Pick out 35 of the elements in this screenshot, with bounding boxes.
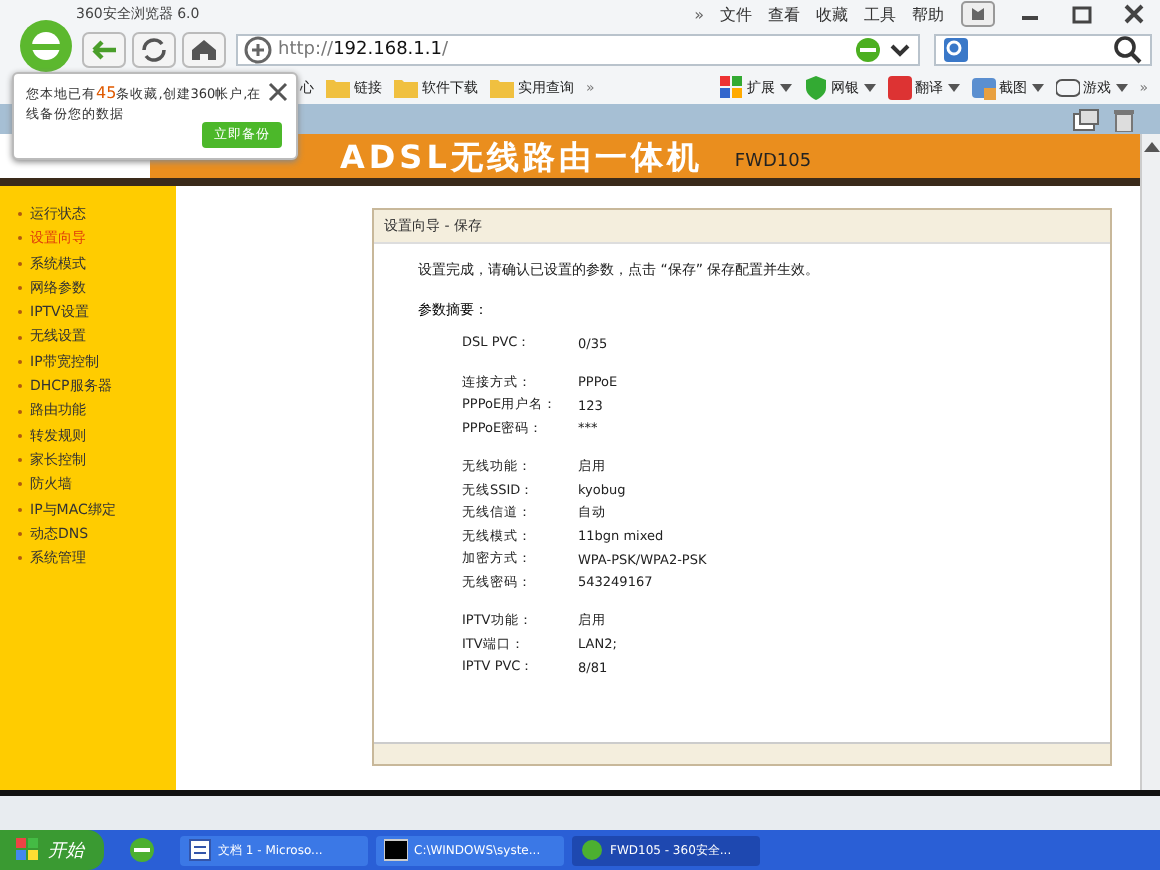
menu-item[interactable]: 文件	[720, 3, 752, 25]
router-title: ADSL无线路由一体机	[340, 138, 703, 178]
scroll-up-icon[interactable]	[1141, 138, 1160, 154]
search-field[interactable]	[934, 34, 1152, 66]
caret-icon[interactable]	[779, 84, 792, 92]
trash-icon[interactable]	[1112, 107, 1136, 131]
refresh-icon[interactable]	[132, 32, 176, 68]
home-icon[interactable]	[182, 32, 226, 68]
windows-logo-icon[interactable]	[16, 838, 40, 862]
menu-item[interactable]: 帮助	[912, 3, 944, 25]
scrollbar[interactable]	[1140, 134, 1160, 790]
more-menu-button[interactable]: »	[694, 5, 704, 23]
search-icon[interactable]	[1112, 34, 1144, 66]
search-engine-icon[interactable]	[942, 36, 974, 64]
close-icon[interactable]	[268, 82, 288, 102]
restore-tab-icon[interactable]	[1072, 107, 1100, 131]
address-field[interactable]: http://192.168.1.1/	[236, 34, 920, 66]
terminal-icon[interactable]	[384, 838, 408, 862]
url-text: http://192.168.1.1/	[278, 40, 449, 60]
menu-item[interactable]: 查看	[768, 3, 800, 25]
caret-icon[interactable]	[1031, 84, 1044, 92]
translate-icon[interactable]	[887, 76, 912, 100]
start-button[interactable]: 开始	[0, 830, 104, 870]
model-name: FWD105	[734, 150, 812, 176]
caret-icon[interactable]	[863, 84, 876, 92]
gamepad-icon[interactable]	[1055, 76, 1080, 100]
browser-icon[interactable]	[580, 838, 604, 862]
caret-icon[interactable]	[1115, 84, 1128, 92]
apps-icon[interactable]	[719, 76, 744, 100]
menu-item[interactable]: 收藏	[816, 3, 848, 25]
screenshot-icon[interactable]	[971, 76, 996, 100]
back-icon[interactable]	[82, 32, 126, 68]
menu-item[interactable]: 工具	[864, 3, 896, 25]
caret-icon[interactable]	[947, 84, 960, 92]
document-icon[interactable]	[188, 838, 212, 862]
